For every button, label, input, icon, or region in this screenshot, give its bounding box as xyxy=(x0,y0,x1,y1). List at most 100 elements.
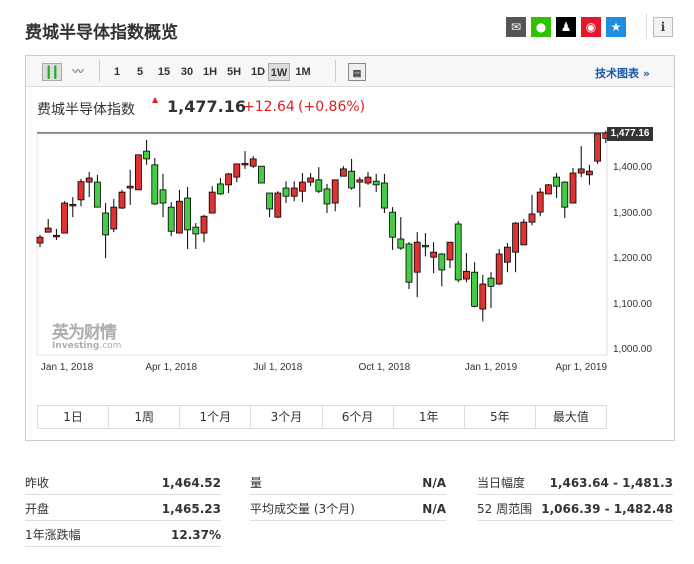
candle-up xyxy=(110,206,118,230)
stat-row: 52 周范围 1,066.39 - 1,482.48 xyxy=(477,497,673,521)
range-button[interactable]: 1周 xyxy=(109,406,181,428)
stat-row: 昨收 1,464.52 xyxy=(25,471,221,495)
candle-down xyxy=(266,192,274,210)
candle-up xyxy=(569,172,577,204)
candle-down xyxy=(94,181,101,208)
stat-label: 昨收 xyxy=(25,476,50,490)
stat-label: 1年涨跌幅 xyxy=(25,528,81,542)
candle-down xyxy=(561,181,569,208)
candle-up xyxy=(586,170,593,176)
candle-up xyxy=(69,203,77,207)
candle-up xyxy=(307,177,315,183)
candle-up xyxy=(118,191,126,209)
candle-up xyxy=(577,168,585,174)
candle-up xyxy=(503,246,511,263)
candle-up xyxy=(85,177,93,183)
stat-row: 平均成交量 (3个月) N/A xyxy=(250,497,446,521)
candle-down xyxy=(389,211,397,238)
candle-up xyxy=(356,179,364,183)
candle-down xyxy=(380,182,388,209)
candle-up xyxy=(290,187,298,197)
candle-up xyxy=(520,221,528,246)
y-tick-label: 1,000.00 xyxy=(613,344,652,355)
candle-up xyxy=(200,215,208,234)
stat-value: 1,464.52 xyxy=(161,475,221,490)
stat-label: 当日幅度 xyxy=(477,476,526,490)
y-tick-label: 1,100.00 xyxy=(613,298,652,310)
candle-up xyxy=(479,283,487,310)
stat-value: 12.37% xyxy=(171,527,221,542)
candle-up xyxy=(495,253,503,285)
candle-down xyxy=(323,188,331,205)
range-button[interactable]: 3个月 xyxy=(251,406,323,428)
candle-down xyxy=(184,197,192,231)
candle-up xyxy=(233,163,241,178)
candle-up xyxy=(241,163,249,166)
x-tick-label: Jul 1, 2018 xyxy=(253,362,303,373)
y-tick-label: 1,200.00 xyxy=(613,253,652,264)
stat-value: N/A xyxy=(422,475,446,490)
candle-up xyxy=(134,154,142,191)
candle-down xyxy=(159,189,167,204)
range-button[interactable]: 1日 xyxy=(38,406,110,428)
candle-up xyxy=(53,234,60,238)
candle-up xyxy=(413,241,421,273)
candle-up xyxy=(225,173,233,186)
candle-down xyxy=(102,212,109,236)
candle-up xyxy=(298,181,306,192)
stat-row: 开盘 1,465.23 xyxy=(25,497,221,521)
x-tick-label: Jan 1, 2019 xyxy=(464,362,518,373)
candle-up xyxy=(175,200,183,234)
stat-value: 1,463.64 - 1,481.3 xyxy=(549,475,673,490)
candle-down xyxy=(405,243,413,283)
stat-row: 量 N/A xyxy=(250,471,446,495)
candle-up xyxy=(594,133,601,162)
range-selector: 1日 1周 1个月 3个月 6个月 1年 5年 最大值 xyxy=(37,405,607,429)
candle-up xyxy=(512,222,519,253)
range-button[interactable]: 1年 xyxy=(394,406,465,428)
current-price-label: 1,477.16 xyxy=(607,127,653,141)
candle-up xyxy=(430,251,438,258)
candle-down xyxy=(315,179,323,192)
candle-down xyxy=(348,170,356,189)
x-tick-label: Apr 1, 2018 xyxy=(145,362,198,373)
candle-up xyxy=(331,179,339,204)
range-button[interactable]: 1个月 xyxy=(180,406,252,428)
range-button[interactable]: 6个月 xyxy=(323,406,394,428)
candle-up xyxy=(536,191,544,213)
candle-down xyxy=(487,277,495,287)
stat-value: 1,465.23 xyxy=(161,501,221,516)
candlestick-chart[interactable] xyxy=(0,0,694,400)
candle-down xyxy=(143,150,151,160)
x-tick-label: Apr 1, 2019 xyxy=(555,362,608,373)
stat-label: 52 周范围 xyxy=(477,502,533,516)
stat-value: N/A xyxy=(422,501,446,516)
candle-down xyxy=(397,238,405,249)
candle-up xyxy=(339,168,347,177)
range-button[interactable]: 5年 xyxy=(465,406,536,428)
candle-up xyxy=(528,213,536,223)
candle-down xyxy=(151,164,159,205)
range-button[interactable]: 最大值 xyxy=(536,406,606,428)
candle-up xyxy=(126,185,134,189)
stat-label: 开盘 xyxy=(25,502,50,516)
candle-up xyxy=(61,202,68,234)
candle-up xyxy=(249,158,257,167)
y-tick-label: 1,300.00 xyxy=(613,207,652,219)
candle-down xyxy=(372,180,380,186)
candle-down xyxy=(438,253,446,271)
candle-up xyxy=(208,191,216,214)
stat-row: 当日幅度 1,463.64 - 1,481.3 xyxy=(477,471,673,495)
candle-down xyxy=(471,271,479,307)
candle-down xyxy=(216,183,224,195)
candle-up xyxy=(545,184,552,195)
x-tick-label: Oct 1, 2018 xyxy=(358,362,411,373)
candle-down xyxy=(167,206,175,232)
stat-row: 1年涨跌幅 12.37% xyxy=(25,523,221,547)
candle-down xyxy=(282,187,290,197)
candle-up xyxy=(462,270,470,280)
candle-down xyxy=(553,176,560,187)
y-tick-label: 1,400.00 xyxy=(613,162,652,173)
candle-up xyxy=(446,241,454,261)
candle-down xyxy=(454,223,462,281)
